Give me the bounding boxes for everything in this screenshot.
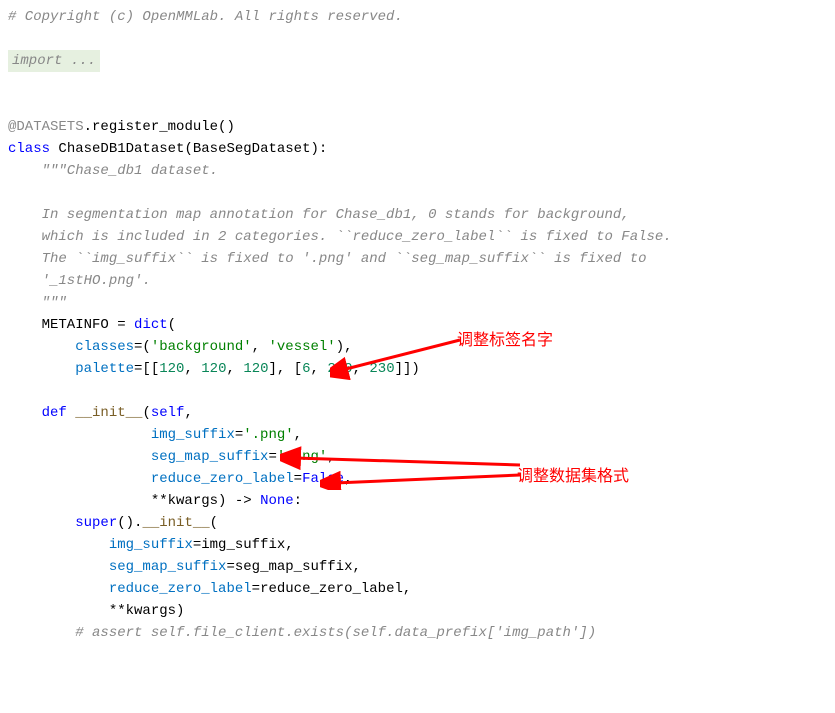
decorator: @DATASETS: [8, 119, 84, 135]
kw-def: def: [8, 405, 75, 421]
kw-class: class: [8, 141, 58, 157]
import-folded[interactable]: import ...: [8, 50, 100, 72]
comment-copyright: # Copyright (c) OpenMMLab. All rights re…: [8, 9, 403, 25]
decorator-call: .register_module(): [84, 119, 235, 135]
metainfo-var: METAINFO: [8, 317, 109, 333]
code-block: # Copyright (c) OpenMMLab. All rights re…: [0, 0, 835, 650]
palette-param: palette: [8, 361, 134, 377]
init-method: __init__: [75, 405, 142, 421]
docstring: """Chase_db1 dataset.: [8, 163, 218, 179]
base-class: BaseSegDataset: [193, 141, 311, 157]
classes-param: classes: [8, 339, 134, 355]
class-name: ChaseDB1Dataset: [58, 141, 184, 157]
comment-assert: # assert self.file_client.exists(self.da…: [8, 625, 596, 641]
